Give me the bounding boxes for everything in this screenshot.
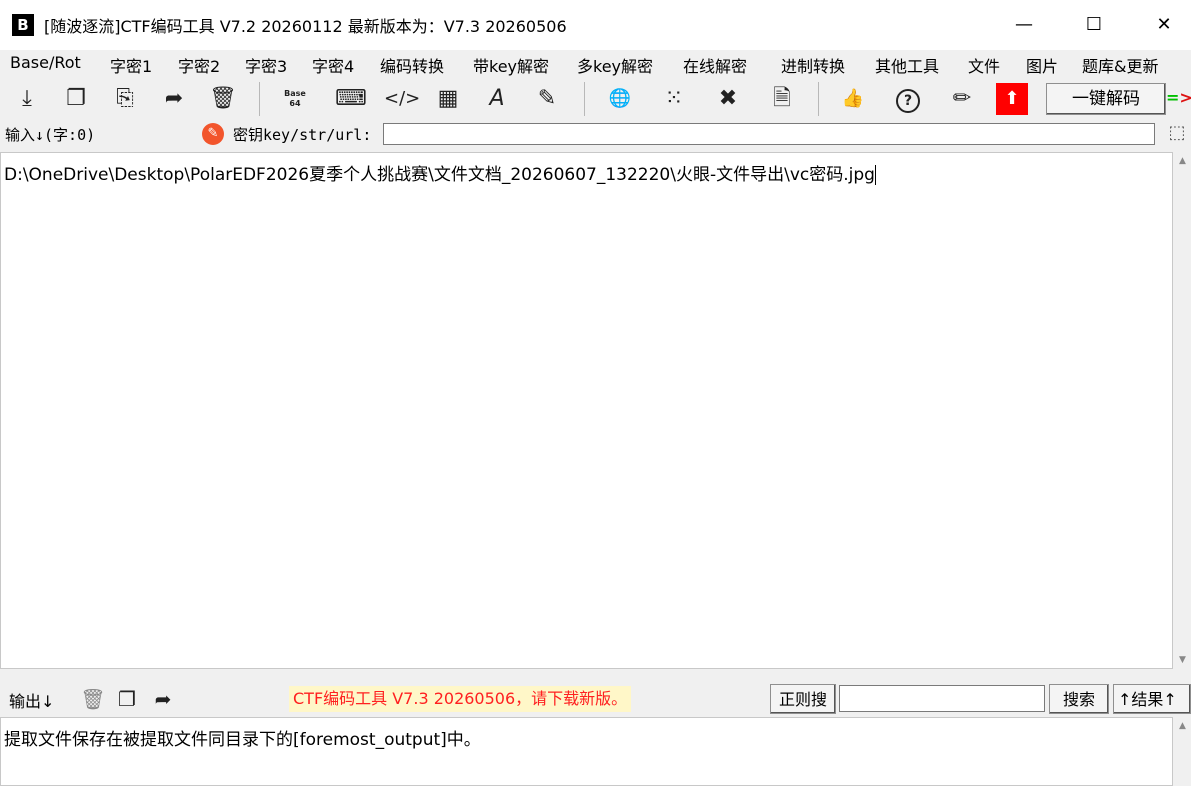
input-label: 输入↓(字:0) [5,126,96,144]
draw-icon[interactable]: ✎ [532,84,562,114]
key-label: 密钥key/str/url: [233,126,372,144]
arrow-right-icon: => [1166,88,1191,107]
copy-icon[interactable]: ❐ [61,84,91,114]
delete-icon[interactable]: 🗑 [208,84,238,114]
toolbar-separator [259,82,260,116]
thumbs-up-icon[interactable]: 👍 [838,84,868,114]
menu-zimi4[interactable]: 字密4 [312,53,354,77]
menu-image[interactable]: 图片 [1026,53,1058,77]
document-icon[interactable]: 🗎 [767,84,797,114]
menu-base-rot[interactable]: Base/Rot [10,53,81,72]
menu-zimi1[interactable]: 字密1 [110,53,152,77]
cursor-select-icon[interactable]: ⬚ [1164,122,1190,148]
upgrade-button[interactable]: ⬆ [996,83,1028,115]
scroll-down-icon[interactable]: ▼ [1176,655,1189,665]
title-bar: B [随波逐流]CTF编码工具 V7.2 20260112 最新版本为：V7.3… [0,0,1191,50]
input-scrollbar[interactable]: ▲ ▼ [1174,152,1191,669]
input-textarea[interactable]: D:\OneDrive\Desktop\PolarEDF2026夏季个人挑战赛\… [0,152,1173,669]
code-icon[interactable]: </> [384,84,420,114]
globe-icon[interactable]: 🌐 [605,84,635,114]
minimize-button[interactable]: — [1004,10,1044,40]
key-row: 输入↓(字:0) ✎ 密钥key/str/url: ⬚ [0,120,1191,150]
menu-key-decrypt[interactable]: 带key解密 [473,53,549,77]
share-icon[interactable]: ➦ [159,84,189,114]
search-input[interactable] [839,685,1045,712]
toolbar-separator [818,82,819,116]
text-caret [874,165,876,185]
menu-file[interactable]: 文件 [968,53,1000,77]
import-icon[interactable]: ⤓ [12,84,42,114]
update-notice: CTF编码工具 V7.3 20260506，请下载新版。 [289,686,632,712]
clear-output-icon[interactable]: 🗑 [80,686,106,712]
result-up-button[interactable]: ↑结果↑ [1113,684,1191,714]
toolbar-separator [584,82,585,116]
output-scrollbar[interactable]: ▲ [1174,717,1191,786]
regex-search-button[interactable]: 正则搜 [770,684,836,714]
toolbar: ⤓ ❐ ⎘ ➦ 🗑 Base 64 ⌨ </> ▦ A ✎ 🌐 ⁙ ✖ 🗎 👍 … [0,78,1191,120]
edit-icon[interactable]: ✏ [947,84,977,114]
window-title: [随波逐流]CTF编码工具 V7.2 20260112 最新版本为：V7.3 2… [44,17,567,36]
base64-icon[interactable]: Base 64 [280,84,310,114]
pen-icon[interactable]: ✎ [202,123,224,145]
menu-encoding-convert[interactable]: 编码转换 [380,53,444,77]
menu-bar: Base/Rot 字密1 字密2 字密3 字密4 编码转换 带key解密 多ke… [0,50,1191,78]
terminal-icon[interactable]: ⌨ [335,84,367,114]
menu-radix-convert[interactable]: 进制转换 [781,53,845,77]
menu-multikey-decrypt[interactable]: 多key解密 [577,53,653,77]
search-button[interactable]: 搜索 [1049,684,1109,714]
help-icon[interactable]: ? [893,84,923,114]
tools-icon[interactable]: ✖ [713,84,743,114]
grid-icon[interactable]: ⁙ [659,84,689,114]
menu-other-tools[interactable]: 其他工具 [875,53,939,77]
scroll-up-icon[interactable]: ▲ [1176,721,1189,731]
close-button[interactable]: ✕ [1144,10,1184,40]
copy-output-icon[interactable]: ❐ [114,686,140,712]
one-click-decode-button[interactable]: 一键解码 [1046,83,1166,115]
output-label: 输出↓ [9,692,55,711]
maximize-button[interactable]: ☐ [1074,10,1114,40]
output-text: 提取文件保存在被提取文件同目录下的[foremost_output]中。 [4,730,481,750]
font-icon[interactable]: A [482,84,512,114]
output-bar: 输出↓ 🗑 ❐ ➦ CTF编码工具 V7.3 20260506，请下载新版。 正… [0,680,1191,718]
share-output-icon[interactable]: ➦ [150,686,176,712]
help-icon-glyph: ? [896,89,920,113]
calculator-icon[interactable]: ▦ [433,84,463,114]
key-input[interactable] [383,123,1155,145]
menu-online-decrypt[interactable]: 在线解密 [683,53,747,77]
arrow-up-icon: ⬆ [1004,88,1020,109]
scroll-up-icon[interactable]: ▲ [1176,156,1189,166]
app-logo-icon: B [12,14,34,36]
menu-zimi2[interactable]: 字密2 [178,53,220,77]
menu-library-update[interactable]: 题库&更新 [1082,53,1158,77]
menu-zimi3[interactable]: 字密3 [245,53,287,77]
paste-icon[interactable]: ⎘ [110,84,140,114]
input-text: D:\OneDrive\Desktop\PolarEDF2026夏季个人挑战赛\… [4,165,875,185]
output-textarea[interactable]: 提取文件保存在被提取文件同目录下的[foremost_output]中。 [0,717,1173,786]
